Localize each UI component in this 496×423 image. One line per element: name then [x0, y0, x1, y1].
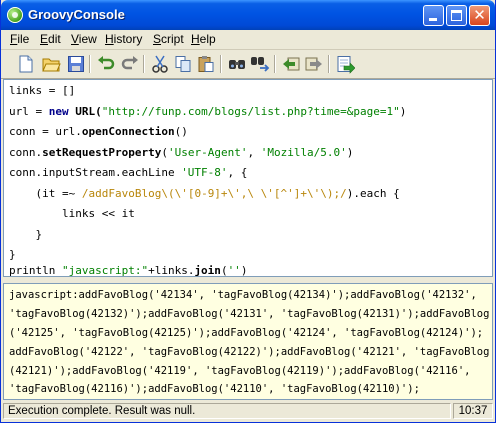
code-line: links = []: [9, 84, 75, 97]
toolbar-separator: [143, 55, 144, 73]
menu-bar: File Edit View History Script Help: [1, 30, 495, 50]
menu-edit[interactable]: Edit: [40, 32, 61, 46]
code-line: url = new URL("http://funp.com/blogs/lis…: [9, 105, 406, 118]
output-line: javascript:addFavoBlog('42134', 'tagFavo…: [9, 289, 477, 301]
code-text: (it =~: [9, 187, 82, 200]
replace-icon[interactable]: [250, 54, 270, 74]
output-pane[interactable]: javascript:addFavoBlog('42134', 'tagFavo…: [3, 283, 493, 400]
script-editor[interactable]: links = [] url = new URL("http://funp.co…: [3, 79, 493, 277]
menu-view[interactable]: View: [71, 32, 97, 46]
code-string: "http://funp.com/blogs/list.php?time=&pa…: [101, 105, 400, 118]
save-icon[interactable]: [66, 54, 86, 74]
menu-history[interactable]: History: [105, 32, 142, 46]
status-message: Execution complete. Result was null.: [3, 403, 451, 419]
menu-help-rest: elp: [199, 32, 216, 46]
toolbar: [1, 50, 495, 79]
toolbar-separator: [89, 55, 90, 73]
code-line: conn.inputStream.eachLine 'UTF-8', {: [9, 166, 247, 179]
open-folder-icon[interactable]: [41, 54, 61, 74]
menu-view-rest: iew: [78, 32, 97, 46]
code-text: links = []: [9, 84, 76, 97]
toolbar-separator: [274, 55, 275, 73]
output-line: 'tagFavoBlog(42116)');addFavoBlog('42110…: [9, 383, 420, 395]
code-string: '': [227, 264, 241, 277]
copy-icon[interactable]: [173, 54, 193, 74]
groovy-app-icon[interactable]: [7, 7, 23, 23]
undo-icon[interactable]: [96, 54, 116, 74]
menu-file[interactable]: File: [10, 32, 29, 46]
find-icon[interactable]: [227, 54, 247, 74]
menu-help[interactable]: Help: [191, 32, 216, 46]
code-text: (: [161, 146, 168, 159]
code-line: }: [9, 228, 42, 241]
minimize-button[interactable]: [423, 5, 444, 26]
cut-icon[interactable]: [150, 54, 170, 74]
code-text: (): [174, 125, 188, 138]
menu-script-rest: cript: [161, 32, 184, 46]
code-text: URL(: [68, 105, 102, 118]
toolbar-separator: [220, 55, 221, 73]
code-text: conn.: [9, 146, 43, 159]
code-method: join: [194, 264, 221, 277]
toolbar-separator: [328, 55, 329, 73]
title-bar[interactable]: GroovyConsole ✕: [1, 0, 495, 30]
output-line: (42121)');addFavoBlog('42119', 'tagFavoB…: [9, 365, 471, 377]
code-text: ): [399, 105, 407, 118]
paste-icon[interactable]: [196, 54, 216, 74]
output-line: ('42125', 'tagFavoBlog(42125)');addFavoB…: [9, 327, 484, 339]
code-string: 'Mozilla/5.0': [260, 146, 347, 159]
code-text: (: [220, 264, 228, 277]
code-text: ): [346, 146, 354, 159]
history-next-icon[interactable]: [304, 54, 324, 74]
groovy-console-window: GroovyConsole ✕ File Edit View History S…: [0, 0, 496, 423]
code-text: ): [240, 264, 248, 277]
code-line: links << it: [9, 207, 135, 220]
caret-position: 10:37: [453, 403, 493, 419]
code-text: ).each {: [346, 187, 400, 200]
code-text: }: [9, 228, 43, 241]
code-regex: /addFavoBlog\(\'[0-9]+\',\ \'[^']+\'\);/: [81, 187, 347, 200]
code-string: 'User-Agent': [167, 146, 248, 159]
code-text: conn.inputStream.eachLine: [9, 166, 182, 179]
minimize-icon: [429, 18, 437, 21]
code-text: links << it: [9, 207, 135, 220]
code-text: }: [9, 248, 16, 261]
run-script-icon[interactable]: [335, 54, 355, 74]
menu-file-rest: ile: [17, 32, 30, 46]
code-method: setRequestProperty: [42, 146, 162, 159]
code-string: "javascript:": [61, 264, 149, 277]
code-text: +links.: [148, 264, 195, 277]
new-file-icon[interactable]: [16, 54, 36, 74]
code-line: conn.setRequestProperty('User-Agent', 'M…: [9, 146, 353, 159]
output-line: addFavoBlog('42122', 'tagFavoBlog(42122)…: [9, 346, 490, 358]
code-string: 'UTF-8': [181, 166, 228, 179]
close-button[interactable]: ✕: [469, 5, 490, 26]
code-text: conn = url.: [9, 125, 82, 138]
code-keyword: new: [48, 105, 69, 118]
code-text: url =: [9, 105, 49, 118]
code-line: println "javascript:"+links.join(''): [9, 264, 247, 277]
code-line: }: [9, 248, 16, 261]
window-title: GroovyConsole: [28, 7, 125, 22]
maximize-icon: [451, 10, 462, 21]
close-icon: ✕: [473, 6, 486, 24]
maximize-button[interactable]: [446, 5, 467, 26]
history-previous-icon[interactable]: [281, 54, 301, 74]
code-line: (it =~ /addFavoBlog\(\'[0-9]+\',\ \'[^']…: [9, 187, 400, 200]
redo-icon[interactable]: [120, 54, 140, 74]
code-method: openConnection: [81, 125, 175, 138]
code-line: conn = url.openConnection(): [9, 125, 188, 138]
code-text: println: [9, 264, 62, 277]
menu-script[interactable]: Script: [153, 32, 184, 46]
menu-history-rest: istory: [113, 32, 143, 46]
code-text: , {: [227, 166, 248, 179]
code-text: ,: [247, 146, 261, 159]
menu-edit-rest: dit: [48, 32, 61, 46]
output-line: 'tagFavoBlog(42132)');addFavoBlog('42131…: [9, 308, 490, 320]
status-bar: Execution complete. Result was null. 10:…: [1, 401, 495, 422]
